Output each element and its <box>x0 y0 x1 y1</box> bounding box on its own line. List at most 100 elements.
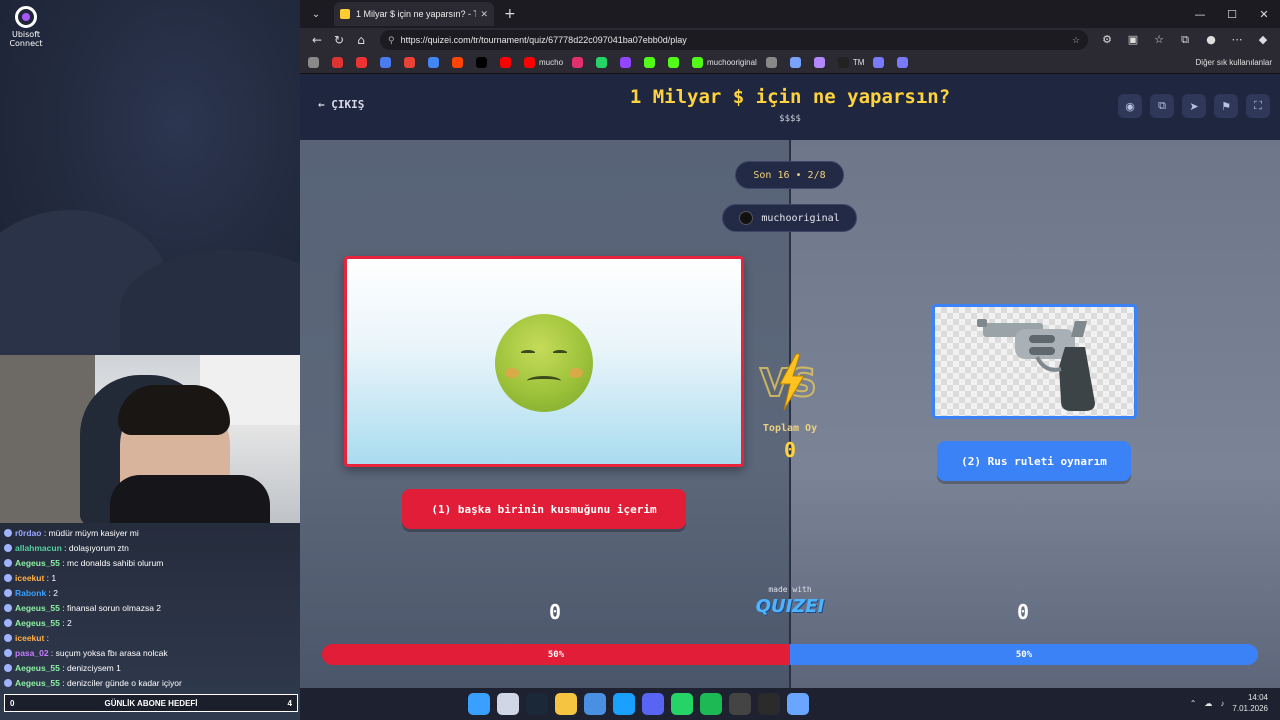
share-icon[interactable]: ➤ <box>1182 94 1206 118</box>
store-icon[interactable] <box>584 693 606 715</box>
bookmark-item[interactable] <box>644 57 659 68</box>
bookmark-item[interactable] <box>668 57 683 68</box>
bookmark-item[interactable] <box>356 57 371 68</box>
chat-username[interactable]: Aegeus_55 <box>15 618 60 628</box>
favorites-icon[interactable]: ☆ <box>1148 33 1170 47</box>
edge-icon[interactable] <box>613 693 635 715</box>
copy-icon[interactable]: ⧉ <box>1150 94 1174 118</box>
bookmark-item[interactable]: TM <box>837 57 864 68</box>
home-icon[interactable]: ⌂ <box>350 33 372 47</box>
clock[interactable]: 14:04 7.01.2026 <box>1232 692 1268 714</box>
chat-username[interactable]: Aegeus_55 <box>15 678 60 688</box>
eye-icon[interactable]: ◉ <box>1118 94 1142 118</box>
chat-text: 2 <box>66 618 72 628</box>
bookmark-item[interactable] <box>428 57 443 68</box>
chat-username[interactable]: Aegeus_55 <box>15 558 60 568</box>
back-arrow-icon[interactable]: ← <box>306 33 328 47</box>
chat-text: 1 <box>51 573 57 583</box>
chat-text: finansal sorun olmazsa 2 <box>66 603 162 613</box>
creator-avatar <box>739 211 754 225</box>
chat-username[interactable]: Rabonk <box>15 588 46 598</box>
bookmark-item[interactable]: muchooriginal <box>692 57 757 68</box>
windows-icon[interactable] <box>468 693 490 715</box>
subscriber-goal-bar: 0 GÜNLİK ABONE HEDEFİ 4 <box>4 694 298 712</box>
app2-icon[interactable] <box>787 693 809 715</box>
chat-username[interactable]: Aegeus_55 <box>15 603 60 613</box>
site-info-icon[interactable]: ⚲ <box>388 35 395 46</box>
bookmark-item[interactable] <box>476 57 491 68</box>
bookmarks-bar: mucho muchooriginal TM Diğer sık kullanılan… <box>300 52 1280 74</box>
bookmark-favicon-icon <box>380 57 391 68</box>
new-tab-button[interactable]: + <box>504 6 516 22</box>
bookmark-item[interactable] <box>500 57 515 68</box>
chat-username[interactable]: allahmacun <box>15 543 62 553</box>
bookmark-item[interactable] <box>789 57 805 68</box>
flag-icon[interactable]: ⚑ <box>1214 94 1238 118</box>
discord-icon[interactable] <box>642 693 664 715</box>
chat-username[interactable]: iceekut <box>15 573 44 583</box>
network-icon[interactable]: ☁ <box>1204 699 1212 708</box>
reload-icon[interactable]: ↻ <box>328 33 350 47</box>
copilot-icon[interactable]: ◆ <box>1252 33 1274 47</box>
address-bar[interactable]: ⚲ https://quizei.com/tr/tournament/quiz/… <box>380 30 1088 50</box>
volume-icon[interactable]: ♪ <box>1220 699 1224 708</box>
app-icon[interactable] <box>758 693 780 715</box>
bookmark-item[interactable] <box>620 57 635 68</box>
extensions-icon[interactable]: ⚙ <box>1096 33 1118 47</box>
tab-title: 1 Milyar $ için ne yaparsın? - Tier l <box>356 9 477 19</box>
close-window-button[interactable]: ✕ <box>1248 8 1280 21</box>
bookmark-item[interactable] <box>452 57 467 68</box>
chat-badge-icon <box>4 634 12 642</box>
bookmark-item[interactable] <box>572 57 587 68</box>
bookmark-item[interactable] <box>813 57 829 68</box>
chat-username[interactable]: r0rdao <box>15 528 41 538</box>
tray-expand-icon[interactable]: ⌃ <box>1190 699 1197 708</box>
explorer-icon[interactable] <box>555 693 577 715</box>
minimize-button[interactable]: — <box>1184 8 1216 21</box>
option-right-card[interactable] <box>932 304 1137 419</box>
bookmark-item[interactable] <box>873 57 888 68</box>
bookmark-item[interactable] <box>897 57 912 68</box>
creator-badge[interactable]: muchooriginal <box>722 204 857 232</box>
profile-avatar[interactable]: ● <box>1200 33 1222 47</box>
system-tray: ⌃ ☁ ♪ 14:04 7.01.2026 <box>1190 692 1268 714</box>
chat-separator: : <box>44 633 50 643</box>
option-left-card[interactable] <box>344 256 744 467</box>
maximize-button[interactable]: ☐ <box>1216 8 1248 21</box>
chat-username[interactable]: iceekut <box>15 633 44 643</box>
other-favorites-folder[interactable]: Diğer sık kullanılanlar <box>1196 58 1272 67</box>
left-score: 0 <box>548 600 562 624</box>
bookmark-item[interactable] <box>404 57 419 68</box>
bookmark-favicon-icon <box>356 57 367 68</box>
close-tab-icon[interactable]: ✕ <box>480 9 488 20</box>
ubisoft-connect-shortcut[interactable]: Ubisoft Connect <box>8 6 44 48</box>
option-right-button[interactable]: (2) Rus ruleti oynarım <box>937 441 1131 481</box>
obs-icon[interactable] <box>729 693 751 715</box>
whatsapp-icon[interactable] <box>671 693 693 715</box>
taskbar-apps <box>468 693 809 715</box>
collections-icon[interactable]: ⧉ <box>1174 33 1196 47</box>
bookmark-favicon-icon <box>308 57 319 68</box>
tab-active[interactable]: 1 Milyar $ için ne yaparsın? - Tier l ✕ <box>334 2 494 26</box>
steam-icon[interactable] <box>526 693 548 715</box>
chat-username[interactable]: Aegeus_55 <box>15 663 60 673</box>
more-menu-icon[interactable]: ⋯ <box>1226 33 1248 47</box>
bookmark-item[interactable] <box>380 57 395 68</box>
bookmark-item[interactable] <box>596 57 611 68</box>
search-icon[interactable] <box>497 693 519 715</box>
bookmark-item[interactable] <box>308 57 323 68</box>
windows-taskbar: ⌃ ☁ ♪ 14:04 7.01.2026 <box>300 688 1280 720</box>
spotify-icon[interactable] <box>700 693 722 715</box>
chat-separator: : <box>59 678 67 688</box>
tab-list-button[interactable]: ⌄ <box>304 4 328 24</box>
chat-separator: : <box>59 618 67 628</box>
bookmark-item[interactable]: mucho <box>524 57 563 68</box>
chat-username[interactable]: pasa_02 <box>15 648 49 658</box>
option-left-button[interactable]: (1) başka birinin kusmuğunu içerim <box>402 489 686 529</box>
bookmark-item[interactable] <box>765 57 781 68</box>
split-screen-icon[interactable]: ▣ <box>1122 33 1144 47</box>
webcam-feed <box>0 355 300 523</box>
bookmark-item[interactable] <box>332 57 347 68</box>
fullscreen-icon[interactable]: ⛶ <box>1246 94 1270 118</box>
favorite-star-icon[interactable]: ☆ <box>1072 35 1080 46</box>
